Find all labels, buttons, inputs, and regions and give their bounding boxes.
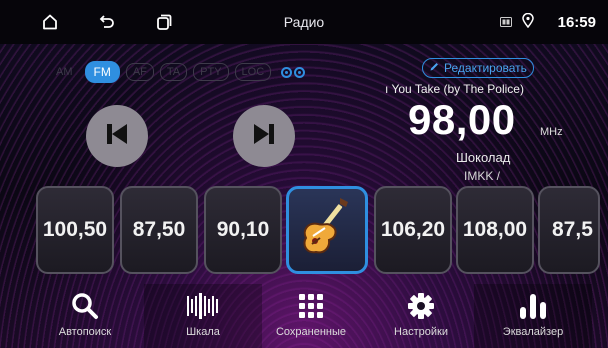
preset-button[interactable]: 87,5 [538,186,600,274]
status-bar: Радио 16:59 [0,0,608,44]
skip-next-icon [249,119,279,154]
gear-icon [407,292,435,320]
clock: 16:59 [557,13,596,31]
location-icon [521,12,534,31]
mode-pty[interactable]: PTY [193,63,229,81]
preset-button[interactable]: 87,50 [120,186,198,274]
radio-text: ı You Take (by The Police) [385,82,524,96]
guitar-icon [296,194,358,266]
station-name: Шоколад [456,150,511,165]
nav-label: Шкала [186,326,220,338]
back-icon[interactable] [97,12,117,32]
radio-screen: Радио 16:59 AM FM AF TA PTY LOC Редактир… [0,0,608,348]
program-type: IMKK / [464,169,501,183]
nav-saved[interactable]: Сохраненные [252,284,370,348]
preset-button-active[interactable] [286,186,368,274]
mode-loc[interactable]: LOC [234,63,272,81]
nav-equalizer[interactable]: Эквалайзер [474,284,592,348]
nav-scale[interactable]: Шкала [144,284,262,348]
frequency-display: 98,00 [408,96,516,143]
preset-button[interactable]: 100,50 [36,186,114,274]
nav-label: Настройки [394,326,448,338]
home-icon[interactable] [40,12,60,32]
mode-ta[interactable]: TA [159,63,188,81]
equalizer-icon [519,292,547,320]
search-icon [71,292,99,320]
skip-previous-icon [102,119,132,154]
stereo-icon [281,66,306,78]
nav-label: Сохраненные [275,326,347,338]
sd-card-icon [499,14,512,30]
nav-settings[interactable]: Настройки [362,284,480,348]
nav-label: Эквалайзер [502,326,564,338]
nav-autosearch[interactable]: Автопоиск [26,284,144,348]
pencil-icon [429,61,440,75]
mode-fm[interactable]: FM [84,61,120,83]
seek-prev-button[interactable] [86,105,148,167]
bottom-nav: Автопоиск Шкала Сохраненные Настройки Эк… [0,284,608,348]
edit-label: Редактировать [444,61,527,75]
edit-button[interactable]: Редактировать [422,58,534,78]
mode-am[interactable]: AM [50,64,79,80]
preset-button[interactable]: 106,20 [374,186,452,274]
recents-icon[interactable] [154,12,174,32]
grid-icon [298,292,324,320]
mode-af[interactable]: AF [125,63,154,81]
frequency-unit: MHz [540,126,563,138]
preset-button[interactable]: 90,10 [204,186,282,274]
preset-button[interactable]: 108,00 [456,186,534,274]
nav-label: Автопоиск [58,326,112,338]
seek-next-button[interactable] [233,105,295,167]
mode-chips: AM FM AF TA PTY LOC [50,61,306,83]
scale-icon [186,292,220,320]
